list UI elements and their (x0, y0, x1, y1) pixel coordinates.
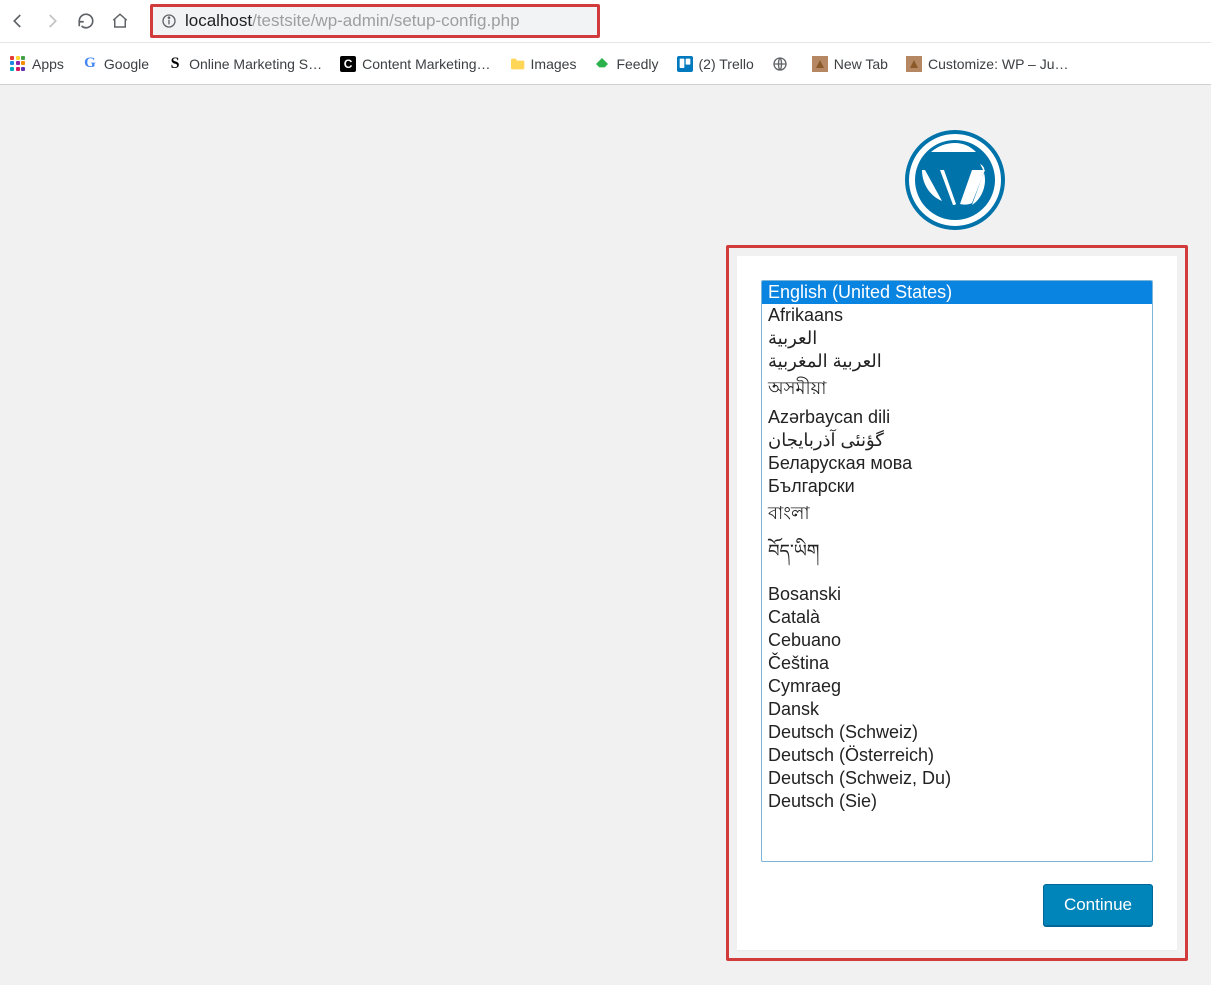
language-option[interactable]: অসমীয়া (762, 373, 1152, 406)
bookmark-label: Apps (32, 56, 64, 72)
bookmark-images[interactable]: Images (509, 56, 577, 72)
favicon-icon (906, 56, 922, 72)
language-option[interactable]: گؤنئی آذربایجان (762, 429, 1152, 452)
bookmark-customize-wp[interactable]: Customize: WP – Ju… (906, 56, 1069, 72)
language-option[interactable]: Deutsch (Schweiz) (762, 721, 1152, 744)
bookmark-new-tab[interactable]: New Tab (812, 56, 888, 72)
language-option[interactable]: Беларуская мова (762, 452, 1152, 475)
site-icon: C (340, 56, 356, 72)
google-icon: G (82, 56, 98, 72)
language-option[interactable]: العربية المغربية (762, 350, 1152, 373)
bookmark-online-marketing[interactable]: S Online Marketing S… (167, 56, 322, 72)
language-option[interactable]: Deutsch (Österreich) (762, 744, 1152, 767)
bookmark-label: Images (531, 56, 577, 72)
home-button[interactable] (110, 11, 130, 31)
bookmark-label: Online Marketing S… (189, 56, 322, 72)
bookmark-label: Feedly (616, 56, 658, 72)
wordpress-logo (905, 130, 1005, 230)
bookmark-apps[interactable]: Apps (10, 56, 64, 72)
apps-icon (10, 56, 26, 72)
language-option[interactable]: English (United States) (762, 281, 1152, 304)
language-option[interactable]: བོད་ཡིག (762, 531, 1152, 583)
language-option[interactable]: Čeština (762, 652, 1152, 675)
language-option[interactable]: Deutsch (Schweiz, Du) (762, 767, 1152, 790)
language-option[interactable]: Afrikaans (762, 304, 1152, 327)
language-option[interactable]: Български (762, 475, 1152, 498)
language-option[interactable]: বাংলা (762, 498, 1152, 531)
language-select[interactable]: English (United States)Afrikaansالعربيةا… (761, 280, 1153, 862)
bookmark-feedly[interactable]: Feedly (594, 56, 658, 72)
site-icon: S (167, 56, 183, 72)
feedly-icon (594, 56, 610, 72)
language-setup-panel: English (United States)Afrikaansالعربيةا… (737, 256, 1177, 950)
language-option[interactable]: العربية (762, 327, 1152, 350)
globe-icon (772, 56, 788, 72)
continue-button[interactable]: Continue (1043, 884, 1153, 926)
bookmark-google[interactable]: G Google (82, 56, 149, 72)
page-content: English (United States)Afrikaansالعربيةا… (0, 85, 1211, 985)
bookmark-label: (2) Trello (699, 56, 754, 72)
reload-button[interactable] (76, 11, 96, 31)
bookmark-label: Content Marketing… (362, 56, 490, 72)
address-bar[interactable]: localhost/testsite/wp-admin/setup-config… (150, 4, 600, 38)
bookmark-label: Google (104, 56, 149, 72)
forward-button[interactable] (42, 11, 62, 31)
language-option[interactable]: Català (762, 606, 1152, 629)
bookmark-content-marketing[interactable]: C Content Marketing… (340, 56, 490, 72)
bookmark-label: Customize: WP – Ju… (928, 56, 1069, 72)
favicon-icon (812, 56, 828, 72)
folder-icon (509, 56, 525, 72)
url-path: /testsite/wp-admin/setup-config.php (252, 11, 519, 30)
button-row: Continue (761, 884, 1153, 926)
language-option[interactable]: Cymraeg (762, 675, 1152, 698)
setup-panel-highlight: English (United States)Afrikaansالعربيةا… (726, 245, 1188, 961)
language-option[interactable]: Deutsch (Sie) (762, 790, 1152, 813)
language-option[interactable]: Cebuano (762, 629, 1152, 652)
language-option[interactable]: Dansk (762, 698, 1152, 721)
bookmark-label: New Tab (834, 56, 888, 72)
bookmarks-bar: Apps G Google S Online Marketing S… C Co… (0, 43, 1211, 85)
info-icon (161, 13, 177, 29)
language-option[interactable]: Azərbaycan dili (762, 406, 1152, 429)
language-option[interactable]: Bosanski (762, 583, 1152, 606)
browser-toolbar: localhost/testsite/wp-admin/setup-config… (0, 0, 1211, 43)
back-button[interactable] (8, 11, 28, 31)
bookmark-trello[interactable]: (2) Trello (677, 56, 754, 72)
trello-icon (677, 56, 693, 72)
bookmark-blank[interactable] (772, 56, 794, 72)
url-host: localhost (185, 11, 252, 30)
url-text[interactable]: localhost/testsite/wp-admin/setup-config… (185, 11, 589, 31)
